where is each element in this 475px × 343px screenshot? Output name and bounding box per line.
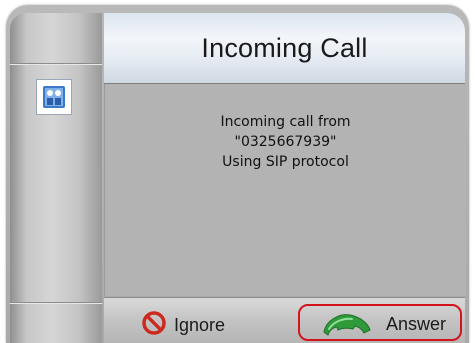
dialog-title: Incoming Call	[201, 32, 368, 63]
answer-label: Answer	[386, 314, 447, 334]
call-message: Incoming call from "0325667939" Using SI…	[105, 112, 466, 172]
message-area: Incoming call from "0325667939" Using SI…	[104, 84, 466, 296]
title-bar: Incoming Call	[104, 13, 465, 84]
caller-number: "0325667939"	[234, 134, 337, 150]
message-line: Incoming call from	[220, 114, 351, 130]
app-icon	[36, 79, 72, 115]
left-rail	[10, 13, 102, 343]
rail-bottom-segment	[10, 302, 102, 343]
answer-button[interactable]: Answer	[298, 304, 462, 341]
no-entry-icon	[142, 310, 166, 340]
ignore-label: Ignore	[174, 314, 226, 335]
button-bar: Ignore Answer	[104, 297, 465, 343]
message-line: Using SIP protocol	[222, 154, 349, 170]
incoming-call-dialog: Incoming Call Incoming call from "032566…	[6, 5, 469, 343]
ignore-button[interactable]: Ignore	[142, 310, 226, 340]
rail-top-segment	[10, 13, 102, 64]
phone-handset-icon	[320, 310, 374, 343]
